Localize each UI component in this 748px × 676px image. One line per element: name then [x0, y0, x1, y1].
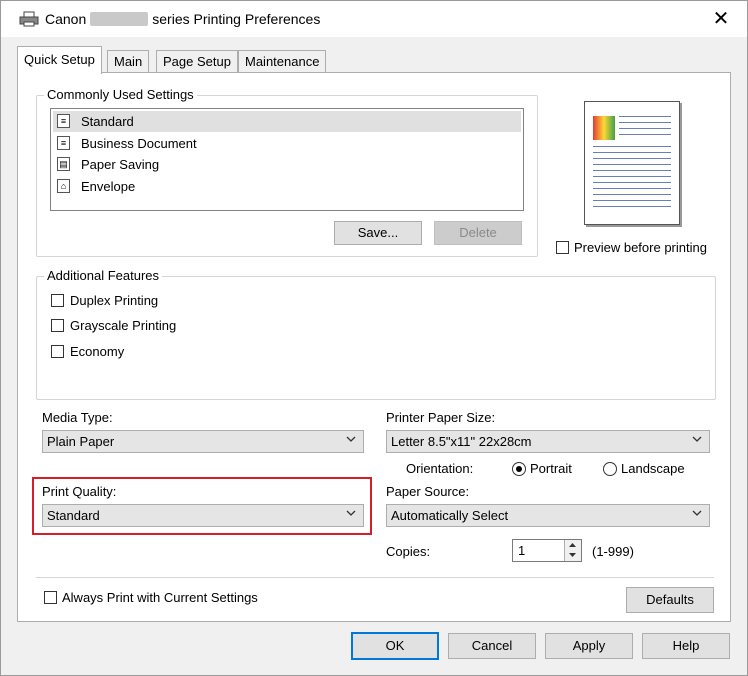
- chevron-down-icon: [692, 510, 702, 516]
- always-print-checkbox[interactable]: [44, 591, 57, 604]
- redacted-model-name: [90, 12, 149, 26]
- list-item-label: Envelope: [81, 179, 136, 194]
- standard-doc-icon: ≡: [57, 114, 70, 128]
- tab-page-setup[interactable]: Page Setup: [156, 50, 238, 73]
- printing-preferences-window: Canon series Printing Preferences ✕ Quick…: [0, 0, 748, 676]
- printer-paper-size-label: Printer Paper Size:: [386, 410, 496, 425]
- copies-spinner[interactable]: 1: [512, 539, 582, 562]
- page-preview-image: [584, 101, 680, 225]
- apply-button[interactable]: Apply: [545, 633, 633, 659]
- commonly-used-settings-legend: Commonly Used Settings: [44, 87, 197, 102]
- economy-label: Economy: [70, 344, 125, 359]
- tab-main[interactable]: Main: [107, 50, 150, 73]
- paper-source-select[interactable]: Automatically Select: [386, 504, 710, 527]
- copies-value: 1: [518, 543, 526, 558]
- title-prefix: Canon: [45, 11, 87, 27]
- preview-color-block: [593, 116, 615, 140]
- additional-features-legend: Additional Features: [44, 268, 163, 283]
- save-button[interactable]: Save...: [334, 221, 422, 245]
- print-quality-select[interactable]: Standard: [42, 504, 364, 527]
- orientation-label: Orientation:: [406, 461, 474, 476]
- media-type-select[interactable]: Plain Paper: [42, 430, 364, 453]
- chevron-down-icon: [346, 436, 356, 442]
- grayscale-printing-label: Grayscale Printing: [70, 318, 177, 333]
- list-item-standard[interactable]: ≡ Standard: [53, 111, 521, 132]
- preview-before-printing-label: Preview before printing: [574, 240, 707, 255]
- envelope-icon: ⌂: [57, 179, 70, 193]
- paper-saving-icon: ▤: [57, 157, 70, 171]
- paper-source-value: Automatically Select: [391, 508, 509, 523]
- list-item-business-document[interactable]: ≡ Business Document: [53, 133, 521, 154]
- commonly-used-settings-list[interactable]: ≡ Standard ≡ Business Document ▤ Paper S…: [50, 108, 524, 211]
- preview-before-printing-checkbox[interactable]: [556, 241, 569, 254]
- window-title: Canon series Printing Preferences: [45, 11, 320, 27]
- duplex-printing-label: Duplex Printing: [70, 293, 159, 308]
- tab-maintenance[interactable]: Maintenance: [238, 50, 327, 73]
- copies-range: (1-999): [592, 544, 634, 559]
- separator: [36, 577, 714, 578]
- ok-button[interactable]: OK: [351, 632, 439, 660]
- printer-paper-size-value: Letter 8.5"x11" 22x28cm: [391, 434, 532, 449]
- cancel-button[interactable]: Cancel: [448, 633, 536, 659]
- delete-button[interactable]: Delete: [434, 221, 522, 245]
- help-button[interactable]: Help: [642, 633, 730, 659]
- economy-checkbox[interactable]: [51, 345, 64, 358]
- list-item-label: Paper Saving: [81, 157, 160, 172]
- media-type-value: Plain Paper: [47, 434, 115, 449]
- quick-setup-panel: Commonly Used Settings ≡ Standard ≡ Busi…: [17, 72, 731, 622]
- landscape-label: Landscape: [621, 461, 685, 476]
- list-item-label: Business Document: [81, 136, 197, 151]
- close-icon: ✕: [712, 8, 730, 30]
- defaults-button[interactable]: Defaults: [626, 587, 714, 613]
- portrait-radio[interactable]: [512, 462, 526, 476]
- chevron-down-icon: [692, 436, 702, 442]
- tab-quick-setup[interactable]: Quick Setup: [17, 46, 102, 74]
- business-doc-icon: ≡: [57, 136, 70, 150]
- chevron-down-icon: [346, 510, 356, 516]
- preview-text-lines: [593, 146, 671, 210]
- print-quality-value: Standard: [47, 508, 100, 523]
- spin-up-icon[interactable]: [568, 541, 577, 549]
- list-item-envelope[interactable]: ⌂ Envelope: [53, 176, 521, 197]
- list-item-paper-saving[interactable]: ▤ Paper Saving: [53, 154, 521, 175]
- grayscale-printing-checkbox[interactable]: [51, 319, 64, 332]
- copies-label: Copies:: [386, 544, 431, 559]
- media-type-label: Media Type:: [42, 410, 113, 425]
- close-button[interactable]: ✕: [703, 5, 739, 33]
- title-suffix: series Printing Preferences: [152, 11, 321, 27]
- list-item-label: Standard: [81, 114, 134, 129]
- spin-down-icon[interactable]: [568, 551, 577, 559]
- copies-spin-buttons[interactable]: [564, 540, 581, 561]
- landscape-radio[interactable]: [603, 462, 617, 476]
- print-quality-label: Print Quality:: [42, 484, 117, 499]
- printer-paper-size-select[interactable]: Letter 8.5"x11" 22x28cm: [386, 430, 710, 453]
- duplex-printing-checkbox[interactable]: [51, 294, 64, 307]
- printer-icon: [19, 11, 39, 27]
- always-print-label: Always Print with Current Settings: [62, 590, 258, 605]
- title-bar: Canon series Printing Preferences ✕: [1, 1, 747, 37]
- portrait-label: Portrait: [530, 461, 572, 476]
- paper-source-label: Paper Source:: [386, 484, 470, 499]
